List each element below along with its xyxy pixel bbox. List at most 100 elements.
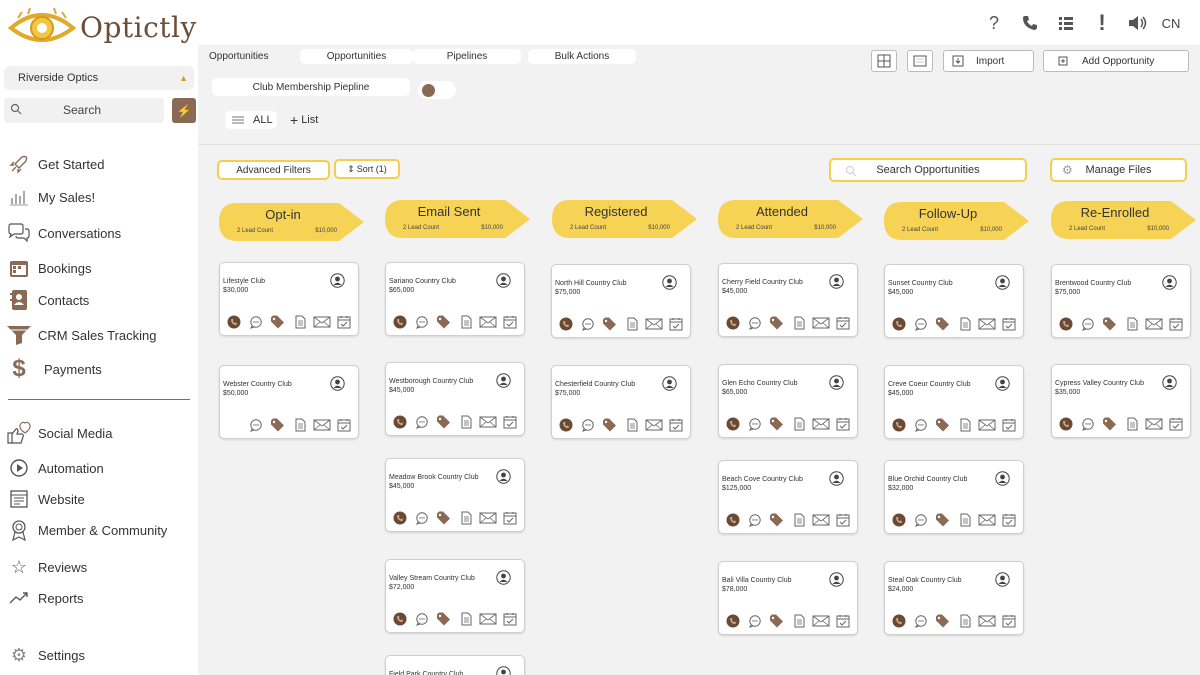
opportunity-card[interactable]: Cypress Valley Country Club $35,000 (1051, 364, 1191, 438)
tag-icon[interactable] (433, 612, 455, 626)
opportunity-card[interactable]: North Hill Country Club $75,000 (551, 264, 691, 338)
document-icon[interactable] (289, 315, 311, 329)
calendar-check-icon[interactable] (1165, 317, 1187, 331)
document-icon[interactable] (954, 317, 976, 331)
calendar-check-icon[interactable] (665, 418, 687, 432)
user-avatar-icon[interactable] (496, 570, 511, 585)
opportunity-card[interactable]: Sunset Country Club $45,000 (884, 264, 1024, 338)
user-avatar-icon[interactable] (496, 469, 511, 484)
user-avatar-icon[interactable] (995, 471, 1010, 486)
email-icon[interactable] (976, 614, 998, 628)
user-avatar-icon[interactable] (1162, 275, 1177, 290)
user-avatar-icon[interactable] (829, 572, 844, 587)
phone-icon[interactable] (555, 418, 577, 432)
pipeline-selector[interactable]: Club Membership Piepline (212, 78, 410, 96)
advanced-filters-button[interactable]: Advanced Filters (217, 160, 330, 180)
email-icon[interactable] (810, 316, 832, 330)
email-icon[interactable] (976, 513, 998, 527)
sidebar-item-reviews[interactable]: ☆ Reviews (6, 556, 87, 578)
phone-icon[interactable] (555, 317, 577, 331)
sidebar-item-member-community[interactable]: Member & Community (6, 519, 167, 541)
grid-view-button[interactable] (871, 50, 897, 72)
user-avatar-icon[interactable] (829, 274, 844, 289)
chat-icon[interactable] (411, 511, 433, 525)
phone-icon[interactable] (389, 315, 411, 329)
opportunity-card[interactable]: Lifestyle Club $30,000 (219, 262, 359, 336)
opportunity-card[interactable]: Webster Country Club $50,000 (219, 365, 359, 439)
opportunity-card[interactable]: Beach Cove Country Club $125,000 (718, 460, 858, 534)
tag-icon[interactable] (932, 418, 954, 432)
email-icon[interactable] (643, 418, 665, 432)
opportunity-card[interactable]: Valley Stream Country Club $72,000 (385, 559, 525, 633)
calendar-check-icon[interactable] (333, 418, 355, 432)
document-icon[interactable] (954, 418, 976, 432)
user-avatar-icon[interactable] (829, 375, 844, 390)
tag-icon[interactable] (766, 316, 788, 330)
sidebar-item-contacts[interactable]: Contacts (6, 289, 89, 311)
opportunity-card[interactable]: Blue Orchid Country Club $32,000 (884, 460, 1024, 534)
tag-icon[interactable] (433, 511, 455, 525)
tag-icon[interactable] (932, 614, 954, 628)
user-avatar-icon[interactable] (662, 376, 677, 391)
opportunity-card[interactable]: Glen Echo Country Club $65,000 (718, 364, 858, 438)
email-icon[interactable] (311, 418, 333, 432)
phone-icon[interactable] (389, 415, 411, 429)
language-selector[interactable]: CN (1156, 10, 1186, 36)
user-avatar-icon[interactable] (330, 273, 345, 288)
chat-icon[interactable] (1077, 417, 1099, 431)
email-icon[interactable] (810, 417, 832, 431)
user-avatar-icon[interactable] (496, 666, 511, 675)
tag-icon[interactable] (433, 315, 455, 329)
email-icon[interactable] (810, 513, 832, 527)
sidebar-item-conversations[interactable]: Conversations (6, 222, 121, 244)
opportunity-card[interactable]: Westborough Country Club $45,000 (385, 362, 525, 436)
tab-opportunities[interactable]: Opportunities (300, 49, 413, 64)
tag-icon[interactable] (267, 418, 289, 432)
document-icon[interactable] (455, 415, 477, 429)
email-icon[interactable] (810, 614, 832, 628)
search-opportunities-input[interactable]: Search Opportunities (829, 158, 1027, 182)
stage-header[interactable]: Registered 2 Lead Count $10,000 (552, 200, 700, 238)
phone-icon[interactable] (1055, 417, 1077, 431)
list-view-button[interactable] (907, 50, 933, 72)
user-avatar-icon[interactable] (496, 373, 511, 388)
opportunity-card[interactable]: Creve Coeur Country Club $45,000 (884, 365, 1024, 439)
tab-pipelines[interactable]: Pipelines (413, 49, 521, 64)
chat-icon[interactable] (411, 612, 433, 626)
document-icon[interactable] (455, 315, 477, 329)
calendar-check-icon[interactable] (832, 417, 854, 431)
user-avatar-icon[interactable] (995, 572, 1010, 587)
email-icon[interactable] (477, 612, 499, 626)
opportunity-card[interactable]: Steal Oak Country Club $24,000 (884, 561, 1024, 635)
chat-icon[interactable] (744, 513, 766, 527)
document-icon[interactable] (621, 418, 643, 432)
document-icon[interactable] (455, 511, 477, 525)
sort-button[interactable]: ⇕ Sort (1) (334, 159, 400, 179)
calendar-check-icon[interactable] (832, 316, 854, 330)
sidebar-item-my-sales[interactable]: My Sales! (6, 186, 95, 208)
sidebar-item-get-started[interactable]: Get Started (6, 153, 104, 175)
calendar-check-icon[interactable] (499, 511, 521, 525)
email-icon[interactable] (477, 511, 499, 525)
tag-icon[interactable] (433, 415, 455, 429)
sidebar-item-crm-sales-tracking[interactable]: CRM Sales Tracking (6, 324, 156, 346)
stage-header[interactable]: Email Sent 2 Lead Count $10,000 (385, 200, 533, 238)
logo[interactable]: Optictly (8, 8, 197, 46)
document-icon[interactable] (788, 417, 810, 431)
stage-header[interactable]: Attended 2 Lead Count $10,000 (718, 200, 866, 238)
chat-icon[interactable] (1077, 317, 1099, 331)
quick-action-button[interactable]: ⚡ (172, 98, 196, 123)
tag-icon[interactable] (932, 513, 954, 527)
email-icon[interactable] (477, 315, 499, 329)
calendar-check-icon[interactable] (499, 612, 521, 626)
calendar-check-icon[interactable] (665, 317, 687, 331)
user-avatar-icon[interactable] (829, 471, 844, 486)
calendar-check-icon[interactable] (499, 315, 521, 329)
help-icon[interactable]: ? (976, 10, 1012, 36)
chat-icon[interactable] (910, 513, 932, 527)
tag-icon[interactable] (766, 417, 788, 431)
tag-icon[interactable] (599, 418, 621, 432)
sidebar-search[interactable]: Search (4, 98, 164, 123)
email-icon[interactable] (1143, 317, 1165, 331)
document-icon[interactable] (621, 317, 643, 331)
